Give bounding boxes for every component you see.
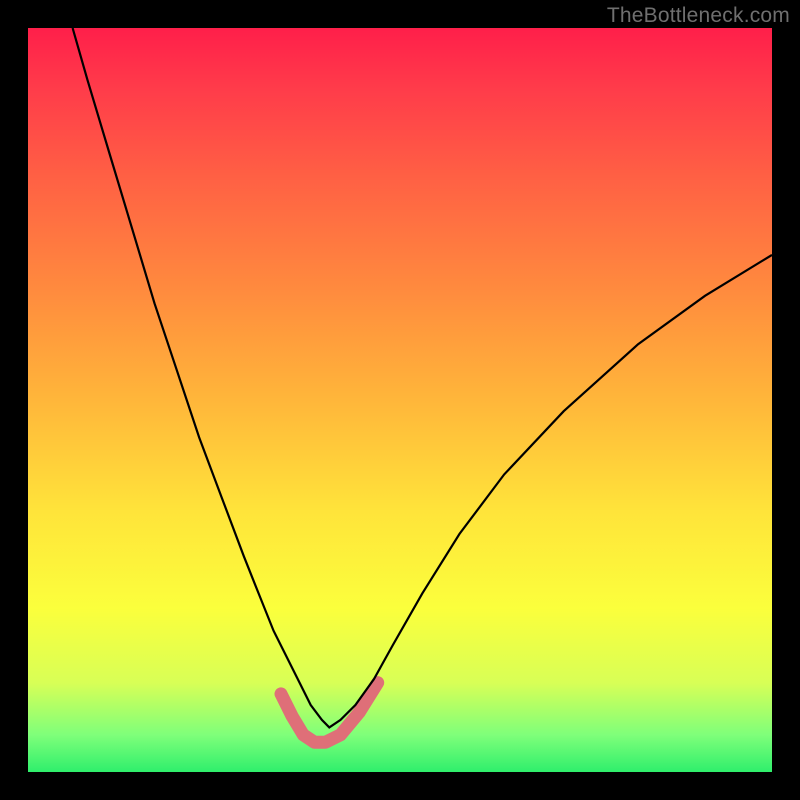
chart-plot-area — [28, 28, 772, 772]
chart-frame: TheBottleneck.com — [0, 0, 800, 800]
series-pink-flat — [281, 683, 378, 743]
chart-svg — [28, 28, 772, 772]
watermark-text: TheBottleneck.com — [607, 4, 790, 28]
series-black-curve — [73, 28, 772, 727]
